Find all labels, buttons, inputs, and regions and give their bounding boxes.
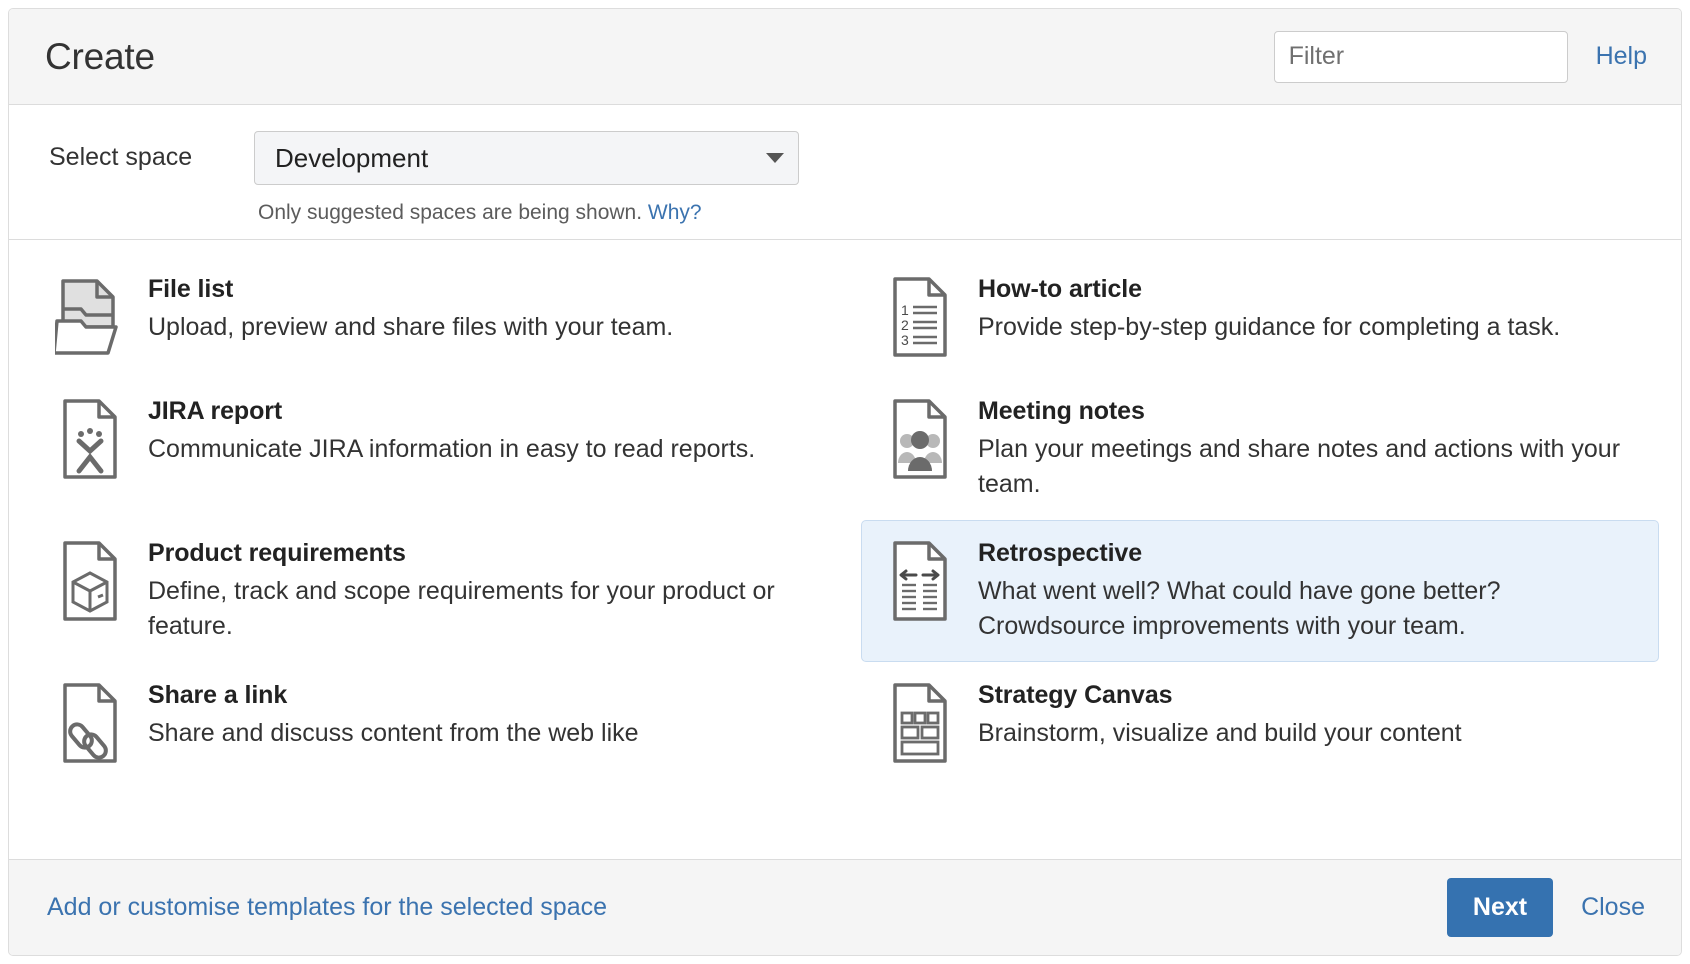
template-description: Communicate JIRA information in easy to … bbox=[148, 435, 756, 463]
space-selection-row: Select space Development Only suggested … bbox=[9, 105, 1681, 240]
template-name: Product requirements bbox=[148, 539, 406, 567]
svg-text:1: 1 bbox=[901, 302, 909, 318]
help-link[interactable]: Help bbox=[1596, 42, 1647, 71]
template-description: Plan your meetings and share notes and a… bbox=[978, 435, 1621, 498]
file-list-icon bbox=[54, 273, 126, 359]
select-space-label: Select space bbox=[49, 143, 193, 171]
space-hint: Only suggested spaces are being shown. W… bbox=[254, 201, 799, 225]
template-text: Strategy Canvas Brainstorm, visualize an… bbox=[978, 679, 1642, 751]
template-text: Retrospective What went well? What could… bbox=[978, 537, 1642, 643]
template-name: Retrospective bbox=[978, 539, 1143, 567]
template-item-share-a-link[interactable]: Share a link Share and discuss content f… bbox=[31, 662, 829, 784]
template-text: File list Upload, preview and share file… bbox=[148, 273, 812, 345]
meeting-notes-icon bbox=[884, 395, 956, 481]
template-description: Brainstorm, visualize and build your con… bbox=[978, 719, 1462, 747]
close-button[interactable]: Close bbox=[1575, 893, 1651, 922]
dialog-footer: Add or customise templates for the selec… bbox=[9, 859, 1681, 955]
template-name: Strategy Canvas bbox=[978, 681, 1173, 709]
template-text: How-to article Provide step-by-step guid… bbox=[978, 273, 1642, 345]
space-select-value: Development bbox=[275, 142, 429, 173]
template-text: Share a link Share and discuss content f… bbox=[148, 679, 812, 751]
chevron-down-icon bbox=[766, 153, 784, 163]
template-description: Upload, preview and share files with you… bbox=[148, 313, 674, 341]
footer-actions: Next Close bbox=[1446, 878, 1651, 937]
templates-grid: File list Upload, preview and share file… bbox=[31, 256, 1659, 784]
template-description: Provide step-by-step guidance for comple… bbox=[978, 313, 1561, 341]
template-name: JIRA report bbox=[148, 397, 283, 425]
template-text: Product requirements Define, track and s… bbox=[148, 537, 812, 643]
filter-input[interactable] bbox=[1273, 30, 1568, 83]
retrospective-icon bbox=[884, 537, 956, 623]
template-item-meeting-notes[interactable]: Meeting notes Plan your meetings and sha… bbox=[861, 378, 1659, 520]
jira-report-icon bbox=[54, 395, 126, 481]
space-select[interactable]: Development bbox=[254, 131, 799, 185]
template-item-jira-report[interactable]: JIRA report Communicate JIRA information… bbox=[31, 378, 829, 520]
next-button[interactable]: Next bbox=[1446, 878, 1554, 937]
template-name: Meeting notes bbox=[978, 397, 1145, 425]
template-item-retrospective[interactable]: Retrospective What went well? What could… bbox=[861, 520, 1659, 662]
share-a-link-icon bbox=[54, 679, 126, 765]
template-item-strategy-canvas[interactable]: Strategy Canvas Brainstorm, visualize an… bbox=[861, 662, 1659, 784]
how-to-article-icon: 1 2 3 bbox=[884, 273, 956, 359]
strategy-canvas-icon bbox=[884, 679, 956, 765]
template-name: File list bbox=[148, 275, 234, 303]
dialog-header: Create Help bbox=[9, 9, 1681, 105]
page-title: Create bbox=[45, 35, 155, 77]
product-requirements-icon bbox=[54, 537, 126, 623]
templates-list[interactable]: File list Upload, preview and share file… bbox=[9, 240, 1681, 859]
header-actions: Help bbox=[1273, 30, 1647, 83]
customise-templates-link[interactable]: Add or customise templates for the selec… bbox=[47, 893, 1447, 922]
template-name: How-to article bbox=[978, 275, 1142, 303]
template-description: What went well? What could have gone bet… bbox=[978, 577, 1501, 640]
svg-text:2: 2 bbox=[901, 317, 909, 333]
create-dialog: Create Help Select space Development Onl… bbox=[8, 8, 1682, 956]
template-description: Share and discuss content from the web l… bbox=[148, 719, 639, 747]
template-text: JIRA report Communicate JIRA information… bbox=[148, 395, 812, 467]
space-controls: Development Only suggested spaces are be… bbox=[254, 131, 799, 239]
template-name: Share a link bbox=[148, 681, 288, 709]
svg-text:3: 3 bbox=[901, 332, 909, 348]
template-item-how-to-article[interactable]: 1 2 3 How-to article Provide step-by-ste… bbox=[861, 256, 1659, 378]
template-item-product-requirements[interactable]: Product requirements Define, track and s… bbox=[31, 520, 829, 662]
space-hint-text: Only suggested spaces are being shown. bbox=[258, 201, 643, 224]
why-link[interactable]: Why? bbox=[648, 201, 702, 224]
template-item-file-list[interactable]: File list Upload, preview and share file… bbox=[31, 256, 829, 378]
template-description: Define, track and scope requirements for… bbox=[148, 577, 775, 640]
template-text: Meeting notes Plan your meetings and sha… bbox=[978, 395, 1642, 501]
